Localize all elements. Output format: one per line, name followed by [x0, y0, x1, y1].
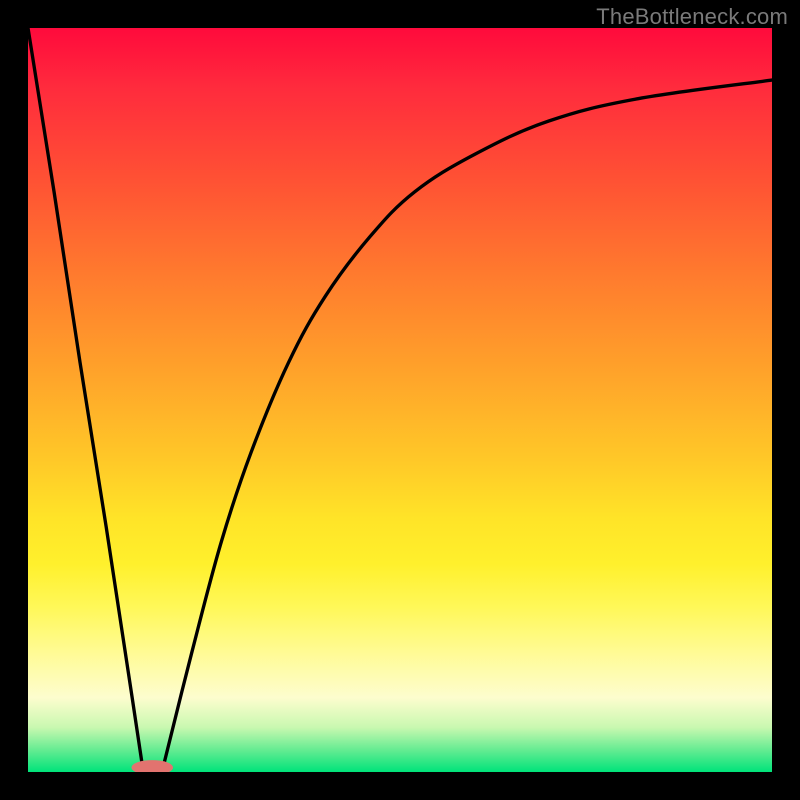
watermark-text: TheBottleneck.com: [596, 4, 788, 30]
curve-right-branch: [162, 80, 772, 772]
curve-layer: [28, 28, 772, 772]
plot-area: [28, 28, 772, 772]
chart-frame: TheBottleneck.com: [0, 0, 800, 800]
curve-left-branch: [28, 28, 143, 772]
optimal-point-marker: [131, 760, 173, 772]
